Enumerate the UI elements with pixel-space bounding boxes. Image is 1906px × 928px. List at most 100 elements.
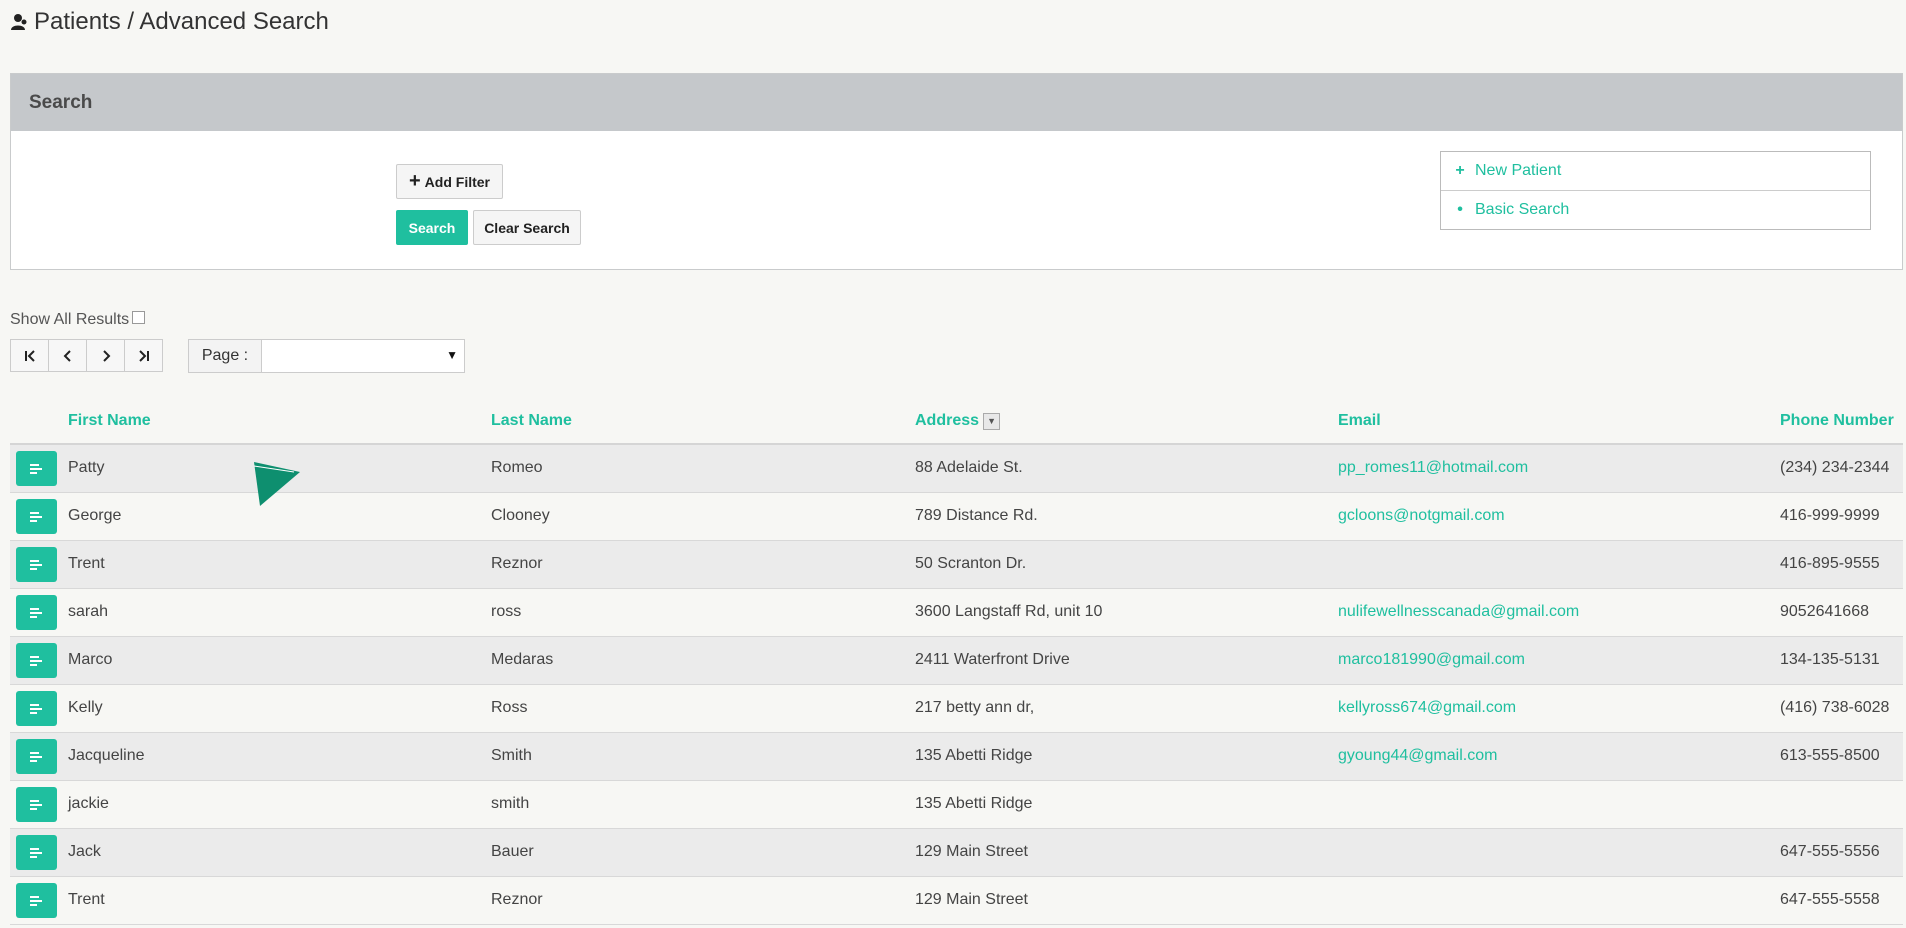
view-patient-button[interactable] xyxy=(16,883,57,918)
prev-page-button[interactable] xyxy=(48,339,87,372)
view-patient-button[interactable] xyxy=(16,595,57,630)
cell-email[interactable]: kellyross674@gmail.com xyxy=(1338,699,1516,717)
column-label: First Name xyxy=(68,412,151,429)
first-page-icon xyxy=(24,349,35,362)
table-row[interactable]: Kelly Ross 217 betty ann dr, kellyross674@g… xyxy=(10,685,1903,733)
cell-first-name: Kelly xyxy=(68,699,103,716)
patients-icon xyxy=(11,14,27,30)
cell-address: 88 Adelaide St. xyxy=(915,459,1023,476)
view-patient-button[interactable] xyxy=(16,547,57,582)
cell-first-name: Jacqueline xyxy=(68,747,145,764)
view-patient-button[interactable] xyxy=(16,499,57,534)
search-button[interactable]: Search xyxy=(396,210,468,245)
view-patient-button[interactable] xyxy=(16,787,57,822)
cell-address: 135 Abetti Ridge xyxy=(915,747,1033,764)
cell-phone: (234) 234-2344 xyxy=(1780,459,1890,476)
cell-first-name: Trent xyxy=(68,891,105,908)
details-icon xyxy=(29,607,42,618)
column-label: Last Name xyxy=(491,412,572,429)
cell-address: 129 Main Street xyxy=(915,891,1028,908)
view-patient-button[interactable] xyxy=(16,739,57,774)
details-icon xyxy=(29,559,42,570)
cell-email[interactable]: pp_romes11@hotmail.com xyxy=(1338,459,1528,477)
show-all-checkbox[interactable] xyxy=(132,310,146,324)
cell-first-name: jackie xyxy=(68,795,109,812)
column-header-last-name[interactable]: Last Name xyxy=(491,412,572,430)
dropdown-arrow-icon: ▼ xyxy=(446,348,458,362)
bullet-icon: • xyxy=(1457,201,1463,218)
details-icon xyxy=(29,463,42,474)
view-patient-button[interactable] xyxy=(16,451,57,486)
table-body: Patty Romeo 88 Adelaide St. pp_romes11@hotm… xyxy=(10,445,1903,925)
table-row[interactable]: sarah ross 3600 Langstaff Rd, unit 10 nulif… xyxy=(10,589,1903,637)
cell-last-name: Medaras xyxy=(491,651,554,668)
sort-dropdown-icon[interactable]: ▼ xyxy=(983,412,1001,430)
search-panel: Search + Add Filter Search Clear Search … xyxy=(10,73,1903,270)
cell-email[interactable]: marco181990@gmail.com xyxy=(1338,651,1525,669)
column-label: Phone Number xyxy=(1780,412,1894,429)
cell-phone: 416-999-9999 xyxy=(1780,507,1880,524)
cell-first-name: sarah xyxy=(68,603,109,620)
table-row[interactable]: Trent Reznor 129 Main Street 647-555-5558 xyxy=(10,877,1903,925)
cell-address: 129 Main Street xyxy=(915,843,1028,860)
details-icon xyxy=(29,511,42,522)
page-header: Patients / Advanced Search xyxy=(10,8,329,36)
basic-search-link[interactable]: • Basic Search xyxy=(1441,190,1870,229)
cell-last-name: Clooney xyxy=(491,507,550,524)
basic-search-label: Basic Search xyxy=(1475,201,1570,218)
cell-address: 50 Scranton Dr. xyxy=(915,555,1027,572)
cell-address: 217 betty ann dr, xyxy=(915,699,1035,716)
cell-first-name: Trent xyxy=(68,555,105,572)
cell-phone: 134-135-5131 xyxy=(1780,651,1880,668)
table-row[interactable]: Marco Medaras 2411 Waterfront Drive marco18… xyxy=(10,637,1903,685)
clear-search-button[interactable]: Clear Search xyxy=(473,210,581,245)
table-row[interactable]: Trent Reznor 50 Scranton Dr. 416-895-9555 xyxy=(10,541,1903,589)
page-selector: Page : ▼ xyxy=(188,339,465,373)
side-links: + New Patient • Basic Search xyxy=(1440,151,1871,230)
view-patient-button[interactable] xyxy=(16,643,57,678)
cell-email[interactable]: nulifewellnesscanada@gmail.com xyxy=(1338,603,1579,621)
cell-email[interactable]: gyoung44@gmail.com xyxy=(1338,747,1497,765)
add-filter-button[interactable]: + Add Filter xyxy=(396,164,503,199)
show-all-results: Show All Results xyxy=(10,310,146,329)
table-row[interactable]: jackie smith 135 Abetti Ridge xyxy=(10,781,1903,829)
column-header-phone[interactable]: Phone Number xyxy=(1780,412,1894,430)
table-row[interactable]: Jacqueline Smith 135 Abetti Ridge gyoung44@… xyxy=(10,733,1903,781)
new-patient-link[interactable]: + New Patient xyxy=(1441,152,1870,190)
cell-first-name: Marco xyxy=(68,651,113,668)
cell-last-name: Reznor xyxy=(491,555,543,572)
cell-last-name: Romeo xyxy=(491,459,543,476)
page-select[interactable]: ▼ xyxy=(262,339,465,373)
column-header-email[interactable]: Email xyxy=(1338,412,1381,430)
cell-phone: 647-555-5556 xyxy=(1780,843,1880,860)
cell-phone: 613-555-8500 xyxy=(1780,747,1880,764)
plus-icon: + xyxy=(1455,162,1465,179)
details-icon xyxy=(29,895,42,906)
pager xyxy=(10,339,163,372)
column-header-first-name[interactable]: First Name xyxy=(68,412,151,430)
cell-email[interactable]: gcloons@notgmail.com xyxy=(1338,507,1505,525)
table-header: First Name Last Name Address ▼ Email Pho… xyxy=(10,400,1903,445)
cell-phone: 647-555-5558 xyxy=(1780,891,1880,908)
cell-first-name: George xyxy=(68,507,122,524)
chevron-left-icon xyxy=(63,349,71,362)
cell-address: 3600 Langstaff Rd, unit 10 xyxy=(915,603,1103,620)
cell-last-name: Reznor xyxy=(491,891,543,908)
search-panel-title: Search xyxy=(11,74,1902,131)
column-header-address[interactable]: Address ▼ xyxy=(915,412,1001,430)
cell-address: 789 Distance Rd. xyxy=(915,507,1038,524)
cell-first-name: Patty xyxy=(68,459,105,476)
cell-phone: 9052641668 xyxy=(1780,603,1869,620)
view-patient-button[interactable] xyxy=(16,835,57,870)
show-all-label: Show All Results xyxy=(10,311,130,328)
plus-icon: + xyxy=(408,169,421,192)
next-page-button[interactable] xyxy=(86,339,125,372)
cell-last-name: Ross xyxy=(491,699,528,716)
view-patient-button[interactable] xyxy=(16,691,57,726)
last-page-button[interactable] xyxy=(124,339,163,372)
first-page-button[interactable] xyxy=(10,339,49,372)
column-label: Email xyxy=(1338,412,1381,429)
cell-last-name: smith xyxy=(491,795,530,812)
table-row[interactable]: Jack Bauer 129 Main Street 647-555-5556 xyxy=(10,829,1903,877)
cursor-icon xyxy=(254,462,300,506)
